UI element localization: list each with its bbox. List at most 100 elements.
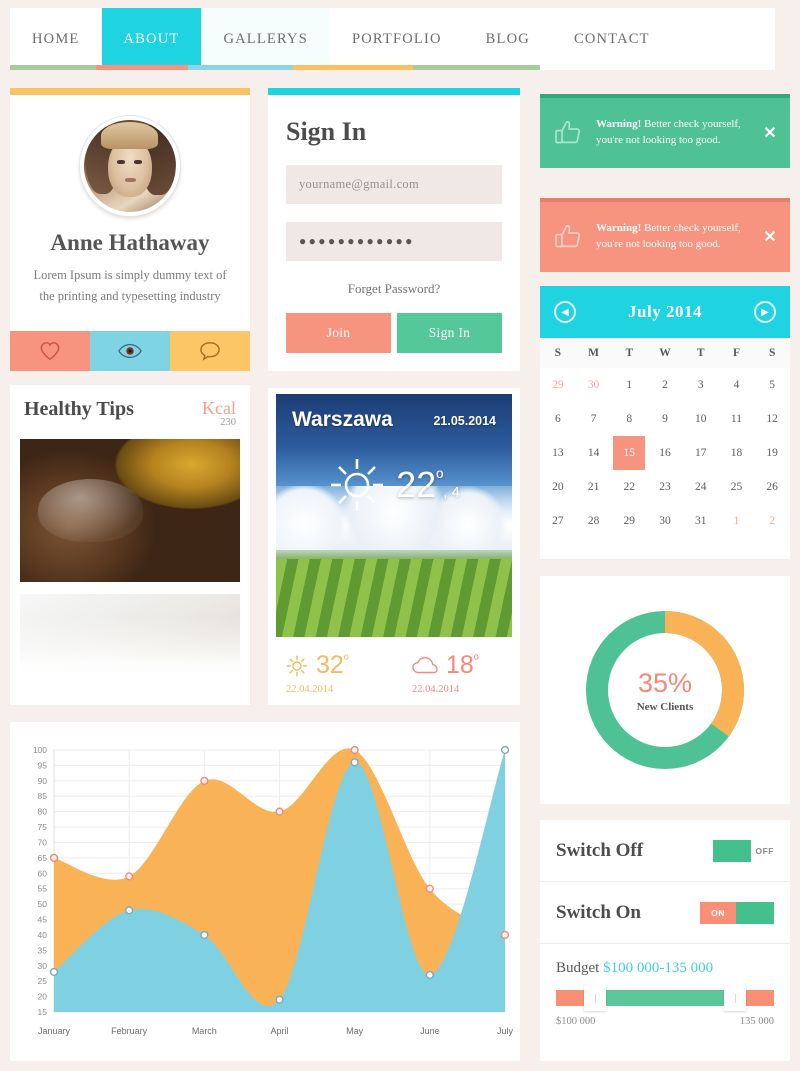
kcal-label: Kcal [202, 398, 236, 418]
weather-widget: Warszawa 21.05.2014 22º, 4 32º 22.04.201… [268, 388, 520, 705]
calendar-day[interactable]: 8 [611, 402, 647, 436]
calendar-day[interactable]: 2 [754, 504, 790, 538]
signin-button[interactable]: Sign In [397, 313, 502, 353]
calendar-day[interactable]: 3 [683, 368, 719, 402]
calendar-day[interactable]: 24 [683, 470, 719, 504]
thumbs-up-icon [540, 223, 596, 251]
calendar-day[interactable]: 15 [611, 436, 647, 470]
signin-card: Sign In Forget Password? Join Sign In [268, 88, 520, 371]
calendar-day[interactable]: 25 [719, 470, 755, 504]
alert-danger: Warning! Better check yourself, you're n… [540, 198, 790, 272]
toggle-off[interactable]: OFF [712, 839, 775, 862]
nav-item-gallerys[interactable]: GALLERYS [201, 8, 330, 70]
calendar-week-row: 13 14 15 16 17 18 19 [540, 436, 790, 470]
forecast-date: 22.04.2014 [412, 684, 460, 695]
view-button[interactable] [90, 331, 170, 371]
data-point [49, 967, 59, 977]
calendar-day[interactable]: 4 [719, 368, 755, 402]
slider-handle-max[interactable] [724, 985, 746, 1011]
password-field[interactable] [299, 234, 502, 249]
calendar-day[interactable]: 11 [719, 402, 755, 436]
calendar-day[interactable]: 31 [683, 504, 719, 538]
nav-item-home[interactable]: HOME [10, 8, 102, 70]
close-icon[interactable]: ✕ [750, 123, 790, 143]
calendar-day[interactable]: 16 [647, 436, 683, 470]
weather-temp-value: 22 [396, 464, 437, 505]
x-axis-tick: January [38, 1026, 71, 1036]
kcal-block: Kcal 230 [202, 398, 236, 428]
calendar-day[interactable]: 20 [540, 470, 576, 504]
thumbs-up-icon [540, 119, 596, 147]
calendar-day[interactable]: 10 [683, 402, 719, 436]
toggle-state-label: ON [700, 901, 736, 924]
nav-item-portfolio[interactable]: PORTFOLIO [330, 8, 464, 70]
calendar-day[interactable]: 2 [647, 368, 683, 402]
healthy-tips-card: Healthy Tips Kcal 230 [10, 385, 250, 705]
email-field[interactable] [299, 177, 502, 192]
nav-stripe-segment [96, 65, 188, 70]
nav-item-blog[interactable]: BLOG [464, 8, 552, 70]
calendar-day[interactable]: 28 [576, 504, 612, 538]
password-field-wrapper[interactable] [286, 222, 502, 261]
profile-name: Anne Hathaway [50, 230, 210, 255]
calendar-day[interactable]: 29 [611, 504, 647, 538]
nav-stripe-segment [293, 65, 413, 70]
y-axis-tick: 35 [38, 945, 48, 955]
calendar-day[interactable]: 27 [540, 504, 576, 538]
calendar-day[interactable]: 1 [719, 504, 755, 538]
toggle-on[interactable]: ON [700, 901, 774, 924]
chevron-left-icon[interactable]: ◀ [554, 301, 576, 323]
x-axis-tick: May [346, 1026, 364, 1036]
avatar-wrapper [10, 116, 250, 216]
calendar-day[interactable]: 17 [683, 436, 719, 470]
calendar-day-headers: SMTWTFS [540, 338, 790, 368]
calendar-day[interactable]: 1 [611, 368, 647, 402]
join-button[interactable]: Join [286, 313, 391, 353]
calendar-dow: T [625, 347, 634, 359]
calendar-day[interactable]: 13 [540, 436, 576, 470]
forget-password-link[interactable]: Forget Password? [268, 281, 520, 297]
like-button[interactable] [10, 331, 90, 371]
calendar-day[interactable]: 29 [540, 368, 576, 402]
calendar-day[interactable]: 12 [754, 402, 790, 436]
calendar-day[interactable]: 7 [576, 402, 612, 436]
nav-item-contact[interactable]: CONTACT [552, 8, 672, 70]
y-axis-tick: 95 [38, 760, 48, 770]
weather-temperature: 22º, 4 [396, 464, 460, 506]
toggle-knob [712, 839, 751, 862]
data-point [49, 853, 59, 862]
avatar [80, 116, 180, 216]
alert-strong: Warning! [596, 118, 642, 131]
comment-button[interactable] [170, 331, 250, 371]
forecast-temp: 18º [446, 651, 479, 680]
calendar-day[interactable]: 19 [754, 436, 790, 470]
email-field-wrapper[interactable] [286, 165, 502, 204]
calendar-day[interactable]: 26 [754, 470, 790, 504]
calendar-day[interactable]: 18 [719, 436, 755, 470]
chevron-right-icon[interactable]: ▶ [754, 301, 776, 323]
data-point [200, 776, 209, 785]
calendar-day[interactable]: 23 [647, 470, 683, 504]
calendar-day[interactable]: 22 [611, 470, 647, 504]
budget-range-slider[interactable] [556, 985, 774, 1011]
calendar-day[interactable]: 9 [647, 402, 683, 436]
calendar-day[interactable]: 21 [576, 470, 612, 504]
calendar-day[interactable]: 5 [754, 368, 790, 402]
close-icon[interactable]: ✕ [750, 227, 790, 247]
calendar-day[interactable]: 14 [576, 436, 612, 470]
y-axis-tick: 50 [38, 899, 48, 909]
calendar-day[interactable]: 30 [576, 368, 612, 402]
nav-item-about[interactable]: ABOUT [101, 8, 202, 70]
slider-handle-min[interactable] [584, 985, 606, 1011]
switches-card: Switch Off OFF Switch On ON Budget $100 … [540, 820, 790, 1061]
weather-hero-image: Warszawa 21.05.2014 22º, 4 [276, 394, 512, 637]
calendar-day[interactable]: 6 [540, 402, 576, 436]
area-chart: 15 20 25 30 35 40 45 50 55 60 65 70 75 80 85 90 95 100 Jan… [33, 745, 514, 1036]
y-axis-tick: 30 [38, 961, 48, 971]
page-root: HOME ABOUT GALLERYS PORTFOLIO BLOG CONTACT An… [0, 0, 800, 1071]
weather-temp-decimal: , 4 [443, 484, 460, 501]
weather-city: Warszawa [292, 408, 393, 431]
y-axis-tick: 85 [38, 791, 48, 801]
x-axis-tick: March [192, 1026, 217, 1036]
calendar-day[interactable]: 30 [647, 504, 683, 538]
